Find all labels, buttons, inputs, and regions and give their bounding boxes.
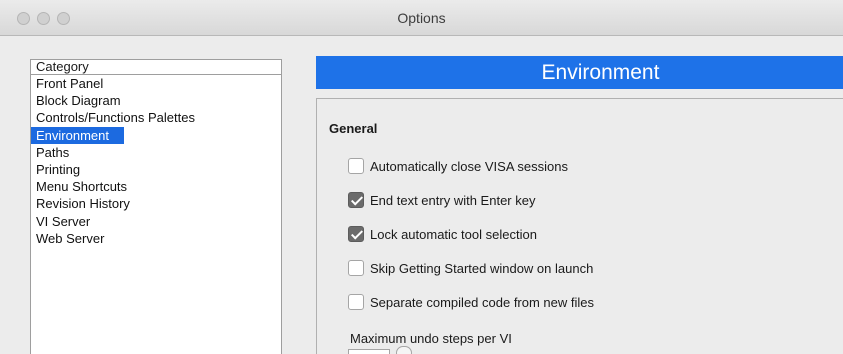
option-label: Skip Getting Started window on launch (370, 260, 594, 276)
category-item[interactable]: Web Server (31, 230, 281, 247)
category-list-panel: Category Front Panel Block Diagram Control… (30, 59, 282, 354)
category-header[interactable]: Category (31, 60, 281, 75)
option-row[interactable]: Skip Getting Started window on launch (348, 259, 593, 277)
title-bar: Options (0, 0, 843, 36)
category-item[interactable]: Block Diagram (31, 92, 281, 109)
checkbox-checked[interactable] (348, 192, 364, 208)
undo-steps-input[interactable] (348, 349, 390, 354)
option-label: End text entry with Enter key (370, 192, 536, 208)
option-label: Separate compiled code from new files (370, 294, 595, 310)
category-list: Front Panel Block Diagram Controls/Functio… (31, 75, 281, 247)
category-item[interactable]: Printing (31, 161, 281, 178)
checkbox-unchecked[interactable] (348, 158, 364, 174)
category-item[interactable]: Environment (31, 126, 124, 144)
section-title-general: General (329, 121, 378, 136)
checkbox-unchecked[interactable] (348, 260, 364, 276)
category-item[interactable]: VI Server (31, 213, 281, 230)
stepper-arrows-icon[interactable] (396, 346, 412, 354)
option-row[interactable]: Automatically close VISA sessions (348, 157, 568, 175)
undo-steps-label: Maximum undo steps per VI (350, 331, 512, 346)
checkbox-unchecked[interactable] (348, 294, 364, 310)
checkbox-checked[interactable] (348, 226, 364, 242)
category-item[interactable]: Revision History (31, 195, 281, 212)
option-row[interactable]: Lock automatic tool selection (348, 225, 537, 243)
window-title: Options (397, 10, 446, 26)
option-label: Lock automatic tool selection (370, 226, 537, 242)
category-item[interactable]: Paths (31, 144, 281, 161)
option-row[interactable]: Separate compiled code from new files (348, 293, 594, 311)
category-item[interactable]: Controls/Functions Palettes (31, 109, 281, 126)
category-item[interactable]: Front Panel (31, 75, 281, 92)
option-row[interactable]: End text entry with Enter key (348, 191, 535, 209)
category-item[interactable]: Menu Shortcuts (31, 178, 281, 195)
option-label: Automatically close VISA sessions (370, 158, 568, 174)
page-title: Environment (316, 56, 843, 89)
environment-panel: General Maximum undo steps per VI Automa… (316, 98, 843, 354)
